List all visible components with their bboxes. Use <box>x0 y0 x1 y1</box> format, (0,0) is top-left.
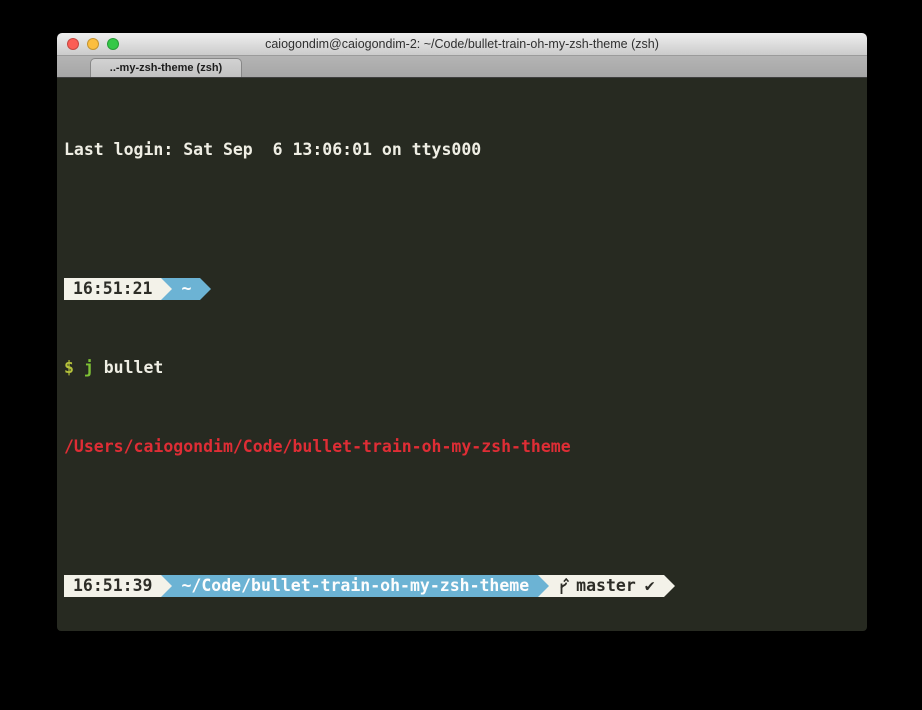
git-branch-icon <box>558 578 570 595</box>
terminal-screen[interactable]: Last login: Sat Sep 6 13:06:01 on ttys00… <box>57 78 867 631</box>
tab-bar: ..-my-zsh-theme (zsh) <box>57 56 867 78</box>
terminal-window: caiogondim@caiogondim-2: ~/Code/bullet-t… <box>57 33 867 631</box>
prompt-path: ~ <box>181 278 191 300</box>
command-text: j <box>74 358 94 377</box>
blank-line <box>64 199 867 221</box>
last-login-line: Last login: Sat Sep 6 13:06:01 on ttys00… <box>64 139 867 161</box>
powerline-arrow-icon <box>161 575 172 597</box>
prompt-path: ~/Code/bullet-train-oh-my-zsh-theme <box>181 575 529 597</box>
minimize-button[interactable] <box>87 38 99 50</box>
git-clean-check-icon: ✔ <box>645 575 655 597</box>
window-title: caiogondim@caiogondim-2: ~/Code/bullet-t… <box>57 33 867 55</box>
output-path-line: /Users/caiogondim/Code/bullet-train-oh-m… <box>64 436 867 458</box>
tab-label: ..-my-zsh-theme (zsh) <box>110 62 222 74</box>
prompt-time-segment: 16:51:39 <box>64 575 161 597</box>
powerline-arrow-icon <box>200 278 211 300</box>
zoom-button[interactable] <box>107 38 119 50</box>
prompt-path-segment: ~ <box>172 278 200 300</box>
command-line-1: $ j bullet <box>64 357 867 379</box>
traffic-lights <box>67 38 119 50</box>
prompt-line-2: 16:51:39 ~/Code/bullet-train-oh-my-zsh-t… <box>64 575 867 597</box>
command-args: bullet <box>94 358 164 377</box>
prompt-symbol: $ <box>64 358 74 377</box>
prompt-path-segment: ~/Code/bullet-train-oh-my-zsh-theme <box>172 575 538 597</box>
tab-zsh[interactable]: ..-my-zsh-theme (zsh) <box>90 58 242 77</box>
powerline-arrow-icon <box>161 278 172 300</box>
powerline-arrow-icon <box>664 575 675 597</box>
git-segment: master ✔ <box>549 575 664 597</box>
powerline-arrow-icon <box>538 575 549 597</box>
close-button[interactable] <box>67 38 79 50</box>
prompt-time: 16:51:21 <box>73 278 152 300</box>
prompt-line-1: 16:51:21 ~ <box>64 278 867 300</box>
prompt-time: 16:51:39 <box>73 575 152 597</box>
prompt-time-segment: 16:51:21 <box>64 278 161 300</box>
titlebar[interactable]: caiogondim@caiogondim-2: ~/Code/bullet-t… <box>57 33 867 56</box>
git-branch-name: master <box>576 575 636 597</box>
blank-line <box>64 496 867 518</box>
